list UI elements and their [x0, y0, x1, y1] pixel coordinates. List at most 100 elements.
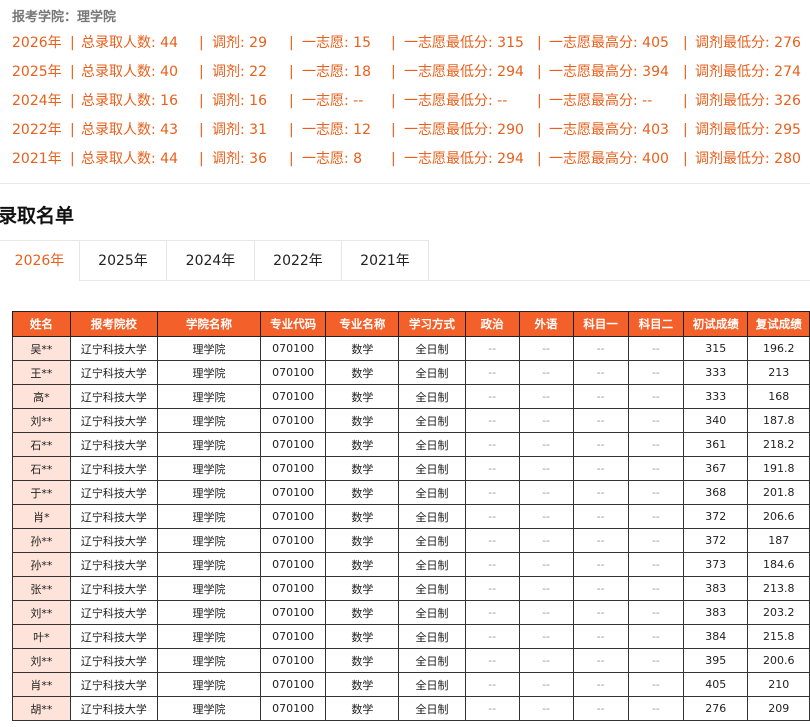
table-cell: 340: [683, 408, 749, 433]
stat-first-min: 一志愿最低分: --: [404, 93, 508, 109]
tab-year-2022[interactable]: 2022年: [254, 240, 342, 280]
stat-adjust: 调剂: 31: [212, 122, 267, 138]
stat-separator: |: [683, 35, 688, 51]
table-cell: --: [518, 456, 574, 481]
stat-separator: |: [537, 151, 542, 167]
table-cell: 数学: [325, 432, 400, 457]
table-cell: 辽宁科技大学: [69, 456, 159, 481]
table-cell: 全日制: [398, 384, 466, 409]
table-cell: 刘**: [12, 408, 71, 433]
stat-adjust: 调剂: 29: [212, 35, 267, 51]
column-header: 专业代码: [260, 311, 327, 337]
stat-first: 一志愿: --: [302, 93, 364, 109]
table-cell: --: [464, 480, 520, 505]
tab-year-2026[interactable]: 2026年: [0, 240, 80, 281]
table-cell: 理学院: [157, 576, 262, 601]
stat-first-max: 一志愿最高分: --: [549, 93, 653, 109]
stat-separator: |: [70, 35, 75, 51]
table-row: 孙** 辽宁科技大学 理学院 070100 数学 全日制 -- -- -- -- 372 187: [12, 528, 810, 553]
table-cell: 理学院: [157, 432, 262, 457]
stat-adjust-min: 调剂最低分: 326: [695, 93, 801, 109]
table-cell: 全日制: [398, 648, 466, 673]
year-tabs: 2026年 2025年 2024年 2022年 2021年: [0, 240, 810, 281]
table-cell: --: [518, 504, 574, 529]
table-row: 肖* 辽宁科技大学 理学院 070100 数学 全日制 -- -- -- -- 372 206.6: [12, 504, 810, 529]
stat-total: 总录取人数: 44: [81, 151, 178, 167]
table-cell: --: [518, 576, 574, 601]
table-cell: 数学: [325, 504, 400, 529]
table-cell: 210: [747, 672, 810, 697]
table-cell: --: [518, 600, 574, 625]
stat-separator: |: [70, 93, 75, 109]
admission-stats: 2026年 总录取人数: 44 调剂: 29 一志愿: 15 一志愿最低分: 315 一志…: [12, 33, 810, 178]
table-cell: 209: [747, 696, 810, 721]
stat-separator: |: [199, 151, 204, 167]
table-row: 刘** 辽宁科技大学 理学院 070100 数学 全日制 -- -- -- -- 383 203.2: [12, 600, 810, 625]
column-header: 姓名: [12, 311, 71, 337]
table-cell: 383: [683, 576, 749, 601]
table-cell: 333: [683, 360, 749, 385]
table-cell: 276: [683, 696, 749, 721]
table-cell: --: [627, 528, 685, 553]
table-cell: --: [518, 696, 574, 721]
table-cell: 数学: [325, 552, 400, 577]
table-cell: 196.2: [747, 336, 810, 361]
table-cell: --: [572, 456, 629, 481]
table-cell: 辽宁科技大学: [69, 528, 159, 553]
stat-separator: |: [537, 64, 542, 80]
table-header-row: 姓名 报考院校 学院名称 专业代码 专业名称 学习方式 政治 外语 科目一 科目二 初试成绩 复试成绩: [12, 311, 810, 337]
stat-separator: |: [70, 151, 75, 167]
stat-first-max: 一志愿最高分: 405: [549, 35, 669, 51]
table-cell: --: [572, 480, 629, 505]
table-cell: --: [518, 552, 574, 577]
table-cell: 070100: [260, 336, 327, 361]
table-cell: 368: [683, 480, 749, 505]
stat-first-min: 一志愿最低分: 290: [404, 122, 524, 138]
table-cell: 数学: [325, 696, 400, 721]
table-cell: 辽宁科技大学: [69, 600, 159, 625]
table-cell: --: [572, 408, 629, 433]
tab-year-2025[interactable]: 2025年: [79, 240, 167, 280]
table-cell: 理学院: [157, 360, 262, 385]
stat-first-min: 一志愿最低分: 294: [404, 151, 524, 167]
table-cell: 315: [683, 336, 749, 361]
table-cell: 405: [683, 672, 749, 697]
table-cell: --: [464, 456, 520, 481]
column-header: 科目二: [627, 311, 685, 337]
table-cell: 辽宁科技大学: [69, 384, 159, 409]
table-cell: 070100: [260, 576, 327, 601]
stat-year: 2022年: [12, 122, 62, 138]
table-cell: 070100: [260, 552, 327, 577]
table-cell: --: [627, 672, 685, 697]
table-cell: 数学: [325, 480, 400, 505]
stat-separator: |: [199, 64, 204, 80]
table-cell: 于**: [12, 480, 71, 505]
table-cell: 理学院: [157, 624, 262, 649]
table-cell: 全日制: [398, 480, 466, 505]
stat-adjust: 调剂: 16: [212, 93, 267, 109]
tab-year-2024[interactable]: 2024年: [166, 240, 255, 280]
table-cell: 372: [683, 504, 749, 529]
table-cell: 数学: [325, 408, 400, 433]
stat-separator: |: [391, 151, 396, 167]
table-cell: 辽宁科技大学: [69, 336, 159, 361]
table-cell: 理学院: [157, 552, 262, 577]
stat-first: 一志愿: 12: [302, 122, 371, 138]
table-cell: 辽宁科技大学: [69, 552, 159, 577]
table-cell: 理学院: [157, 696, 262, 721]
stat-year: 2026年: [12, 35, 62, 51]
table-cell: --: [518, 480, 574, 505]
table-cell: --: [627, 600, 685, 625]
table-cell: 全日制: [398, 624, 466, 649]
stat-row: 2024年 总录取人数: 16 调剂: 16 一志愿: -- 一志愿最低分: -- 一志愿…: [12, 91, 810, 120]
table-cell: --: [627, 552, 685, 577]
table-cell: --: [572, 600, 629, 625]
table-cell: --: [572, 360, 629, 385]
table-cell: 肖*: [12, 504, 71, 529]
stat-row: 2021年 总录取人数: 44 调剂: 36 一志愿: 8 一志愿最低分: 294 一志愿…: [12, 149, 810, 178]
table-cell: 070100: [260, 672, 327, 697]
tab-year-2021[interactable]: 2021年: [341, 240, 429, 280]
table-cell: 肖**: [12, 672, 71, 697]
table-cell: --: [518, 360, 574, 385]
table-cell: --: [464, 600, 520, 625]
